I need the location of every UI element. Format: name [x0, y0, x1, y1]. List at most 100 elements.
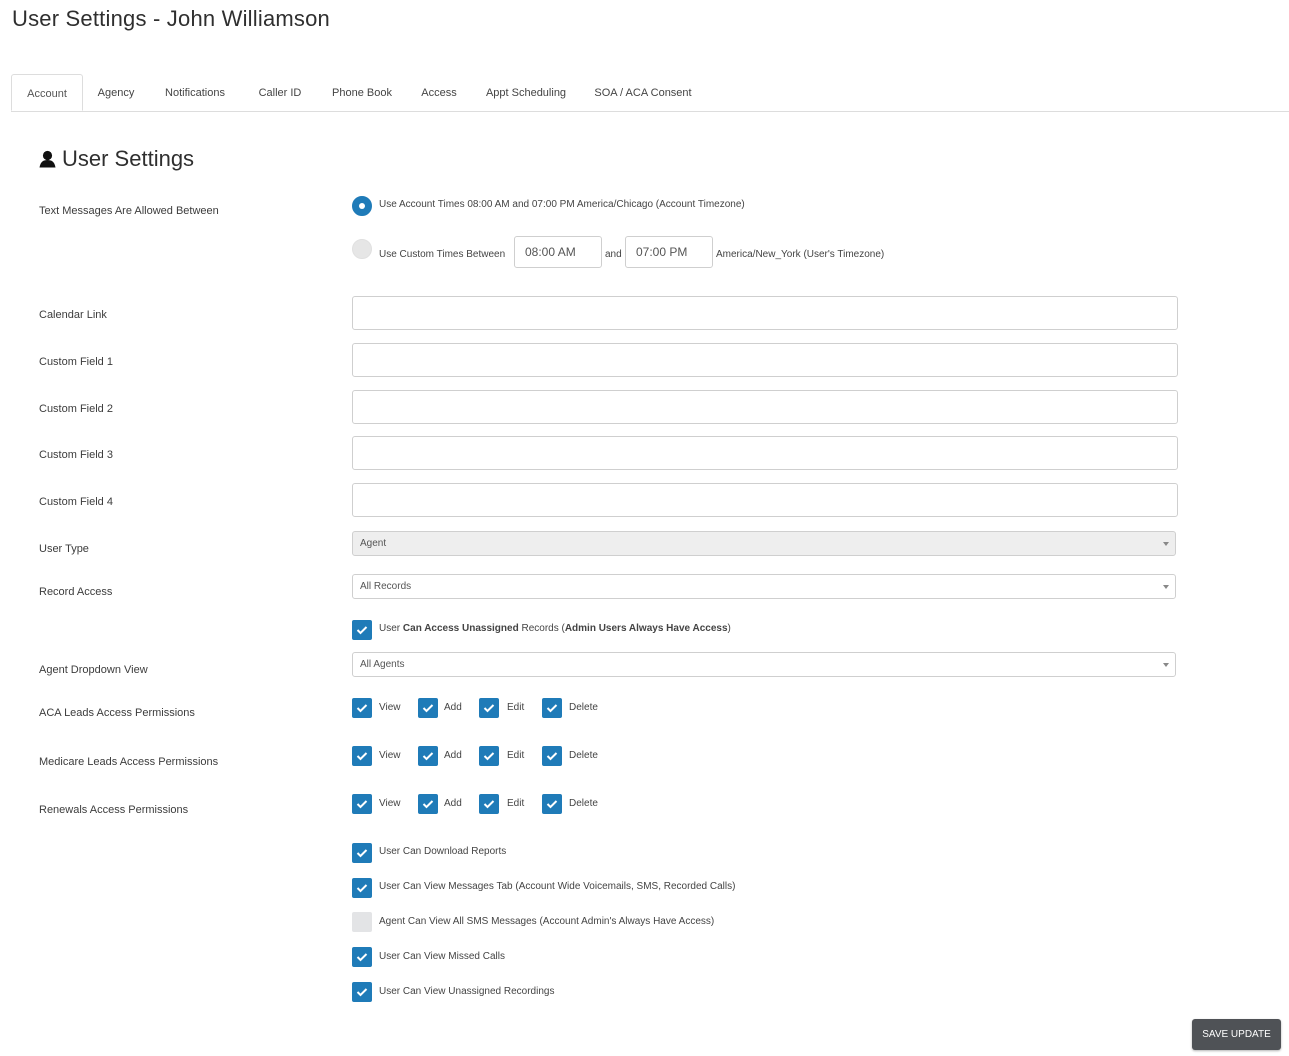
aca-delete-label: Delete — [569, 702, 598, 713]
tab-access[interactable]: Access — [419, 74, 459, 111]
check-icon — [356, 988, 368, 997]
medicare-edit-label: Edit — [507, 750, 525, 761]
medicare-delete-checkbox[interactable] — [542, 746, 562, 766]
check-icon — [546, 800, 558, 809]
aca-view-label: View — [379, 702, 401, 713]
calendar-link-input[interactable] — [352, 296, 1178, 330]
radio-account-times[interactable] — [352, 196, 372, 216]
aca-delete-checkbox[interactable] — [542, 698, 562, 718]
download-reports-label: User Can Download Reports — [379, 846, 507, 857]
check-icon — [483, 752, 495, 761]
medicare-add-checkbox[interactable] — [418, 746, 438, 766]
check-icon — [356, 849, 368, 858]
user-type-select[interactable]: Agent — [352, 531, 1176, 556]
record-access-select[interactable]: All Records — [352, 574, 1176, 599]
aca-edit-label: Edit — [507, 702, 525, 713]
section-title-text: User Settings — [62, 146, 195, 171]
view-missed-calls-checkbox[interactable] — [352, 947, 372, 967]
check-icon — [356, 884, 368, 893]
check-icon — [422, 800, 434, 809]
renewals-edit-checkbox[interactable] — [479, 794, 499, 814]
tab-phone-book[interactable]: Phone Book — [327, 74, 397, 111]
tab-appt-scheduling[interactable]: Appt Scheduling — [482, 74, 570, 111]
unassigned-records-label: User Can Access Unassigned Records (Admi… — [379, 623, 731, 634]
medicare-edit-checkbox[interactable] — [479, 746, 499, 766]
chevron-down-icon — [1163, 542, 1169, 546]
custom-field-1-label: Custom Field 1 — [39, 356, 113, 368]
medicare-view-label: View — [379, 750, 401, 761]
renewals-add-checkbox[interactable] — [418, 794, 438, 814]
view-all-sms-checkbox[interactable] — [352, 912, 372, 932]
check-icon — [356, 626, 368, 635]
check-icon — [546, 752, 558, 761]
renewals-delete-label: Delete — [569, 798, 598, 809]
custom-field-3-input[interactable] — [352, 436, 1178, 470]
check-icon — [356, 953, 368, 962]
tab-agency[interactable]: Agency — [91, 74, 141, 111]
medicare-add-label: Add — [444, 750, 462, 761]
custom-field-1-input[interactable] — [352, 343, 1178, 377]
user-icon — [39, 150, 56, 168]
view-messages-tab-checkbox[interactable] — [352, 878, 372, 898]
custom-start-time-input[interactable]: 08:00 AM — [514, 236, 602, 268]
check-icon — [356, 704, 368, 713]
custom-field-3-label: Custom Field 3 — [39, 449, 113, 461]
medicare-permissions-label: Medicare Leads Access Permissions — [39, 756, 219, 768]
tab-notifications[interactable]: Notifications — [159, 74, 231, 111]
radio-custom-times-label: Use Custom Times Between — [379, 249, 506, 260]
renewals-view-label: View — [379, 798, 401, 809]
unassigned-records-checkbox[interactable] — [352, 620, 372, 640]
agent-dropdown-label: Agent Dropdown View — [39, 664, 148, 676]
user-type-value: Agent — [360, 538, 387, 549]
view-missed-calls-label: User Can View Missed Calls — [379, 951, 505, 962]
renewals-add-label: Add — [444, 798, 462, 809]
download-reports-checkbox[interactable] — [352, 843, 372, 863]
custom-field-2-label: Custom Field 2 — [39, 403, 113, 415]
radio-account-times-label: Use Account Times 08:00 AM and 07:00 PM … — [379, 199, 745, 210]
view-all-sms-label: Agent Can View All SMS Messages (Account… — [379, 916, 715, 927]
medicare-view-checkbox[interactable] — [352, 746, 372, 766]
text-messages-label: Text Messages Are Allowed Between — [39, 205, 219, 217]
agent-dropdown-value: All Agents — [360, 659, 405, 670]
custom-field-4-label: Custom Field 4 — [39, 496, 113, 508]
aca-edit-checkbox[interactable] — [479, 698, 499, 718]
aca-view-checkbox[interactable] — [352, 698, 372, 718]
tab-account[interactable]: Account — [11, 74, 83, 111]
view-messages-tab-label: User Can View Messages Tab (Account Wide… — [379, 881, 736, 892]
renewals-edit-label: Edit — [507, 798, 525, 809]
radio-custom-times[interactable] — [352, 239, 372, 259]
user-type-label: User Type — [39, 543, 89, 555]
calendar-link-label: Calendar Link — [39, 309, 107, 321]
aca-add-label: Add — [444, 702, 462, 713]
check-icon — [422, 704, 434, 713]
check-icon — [356, 800, 368, 809]
record-access-value: All Records — [360, 581, 412, 592]
check-icon — [356, 752, 368, 761]
view-unassigned-recordings-label: User Can View Unassigned Recordings — [379, 986, 555, 997]
check-icon — [483, 800, 495, 809]
aca-add-checkbox[interactable] — [418, 698, 438, 718]
and-text: and — [605, 249, 622, 260]
tab-caller-id[interactable]: Caller ID — [253, 74, 307, 111]
tab-soa-aca-consent[interactable]: SOA / ACA Consent — [594, 74, 692, 111]
custom-field-2-input[interactable] — [352, 390, 1178, 424]
renewals-view-checkbox[interactable] — [352, 794, 372, 814]
custom-timezone-text: America/New_York (User's Timezone) — [716, 249, 885, 260]
renewals-delete-checkbox[interactable] — [542, 794, 562, 814]
section-title: User Settings — [39, 146, 194, 172]
renewals-permissions-label: Renewals Access Permissions — [39, 804, 189, 816]
view-unassigned-recordings-checkbox[interactable] — [352, 982, 372, 1002]
chevron-down-icon — [1163, 663, 1169, 667]
check-icon — [546, 704, 558, 713]
agent-dropdown-select[interactable]: All Agents — [352, 652, 1176, 677]
check-icon — [422, 752, 434, 761]
aca-permissions-label: ACA Leads Access Permissions — [39, 707, 195, 719]
chevron-down-icon — [1163, 585, 1169, 589]
check-icon — [483, 704, 495, 713]
medicare-delete-label: Delete — [569, 750, 598, 761]
record-access-label: Record Access — [39, 586, 113, 598]
custom-field-4-input[interactable] — [352, 483, 1178, 517]
custom-end-time-input[interactable]: 07:00 PM — [625, 236, 713, 268]
save-update-button[interactable]: SAVE UPDATE — [1192, 1019, 1281, 1050]
page-title: User Settings - John Williamson — [12, 6, 330, 31]
